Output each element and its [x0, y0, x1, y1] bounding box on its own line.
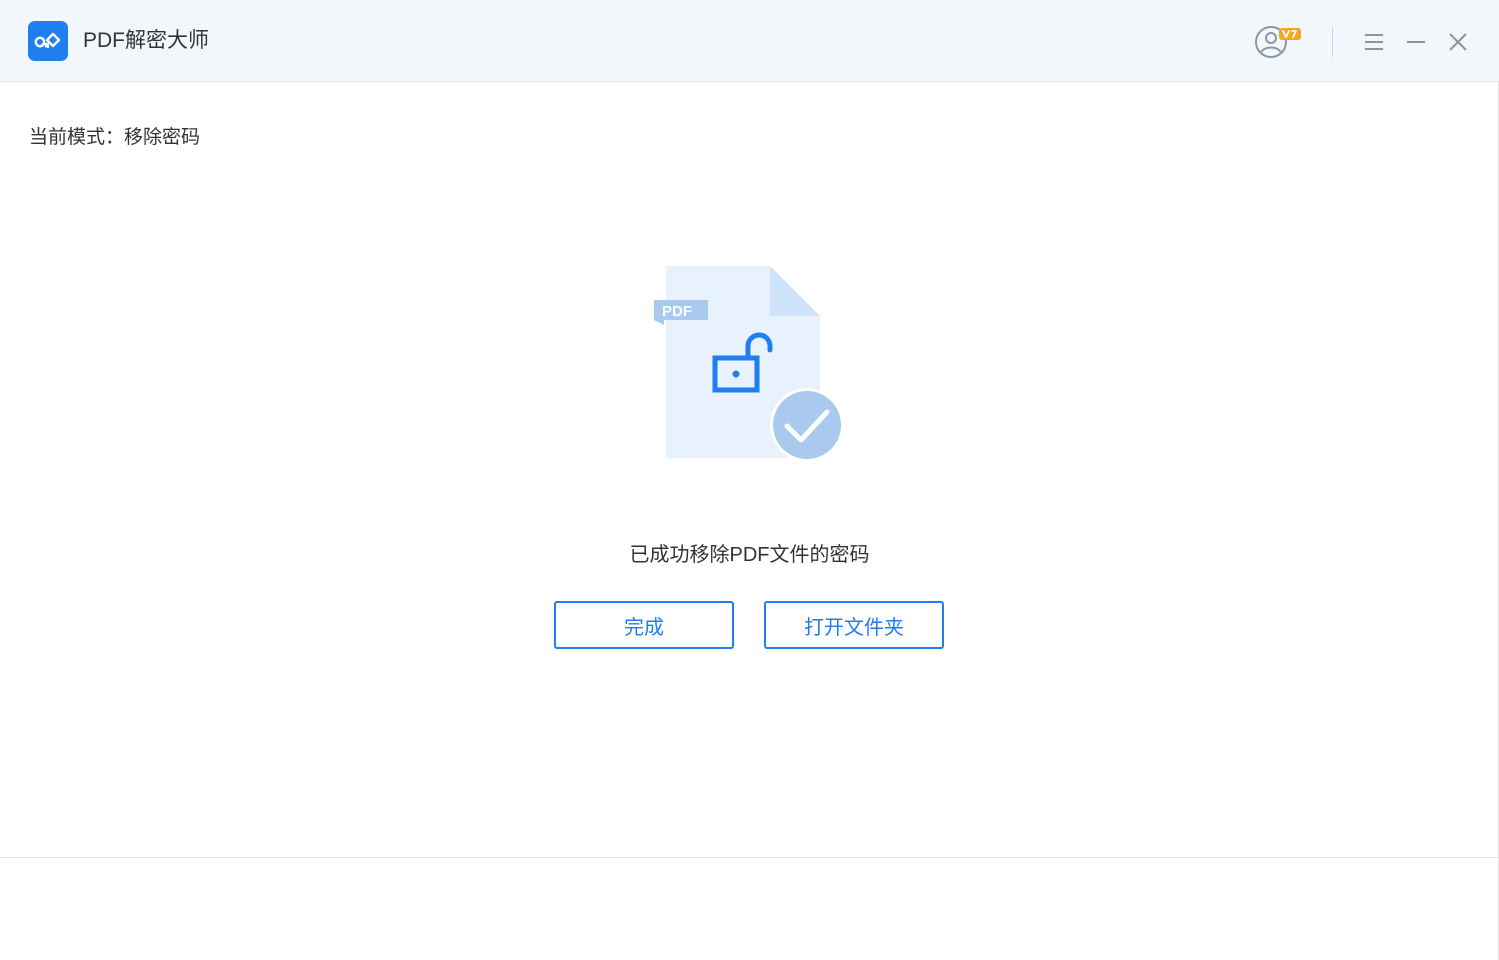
- done-button[interactable]: 完成: [554, 601, 734, 649]
- app-logo-icon: [28, 21, 68, 61]
- pdf-file-icon: PDF: [654, 266, 844, 462]
- title-bar: PDF解密大师: [0, 0, 1499, 82]
- pdf-badge-text: PDF: [662, 303, 692, 320]
- menu-icon[interactable]: [1360, 26, 1388, 58]
- current-mode-label: 当前模式：移除密码: [29, 127, 201, 148]
- app-title: PDF解密大师: [83, 29, 209, 52]
- titlebar-divider: [1332, 27, 1333, 57]
- user-account-icon[interactable]: [1252, 26, 1306, 58]
- minimize-icon[interactable]: [1402, 26, 1430, 58]
- success-message: 已成功移除PDF文件的密码: [629, 544, 870, 566]
- close-icon[interactable]: [1444, 26, 1472, 58]
- footer-divider: [0, 857, 1499, 858]
- success-illustration: PDF: [650, 262, 850, 467]
- check-icon: [770, 388, 844, 462]
- open-folder-button[interactable]: 打开文件夹: [764, 601, 944, 649]
